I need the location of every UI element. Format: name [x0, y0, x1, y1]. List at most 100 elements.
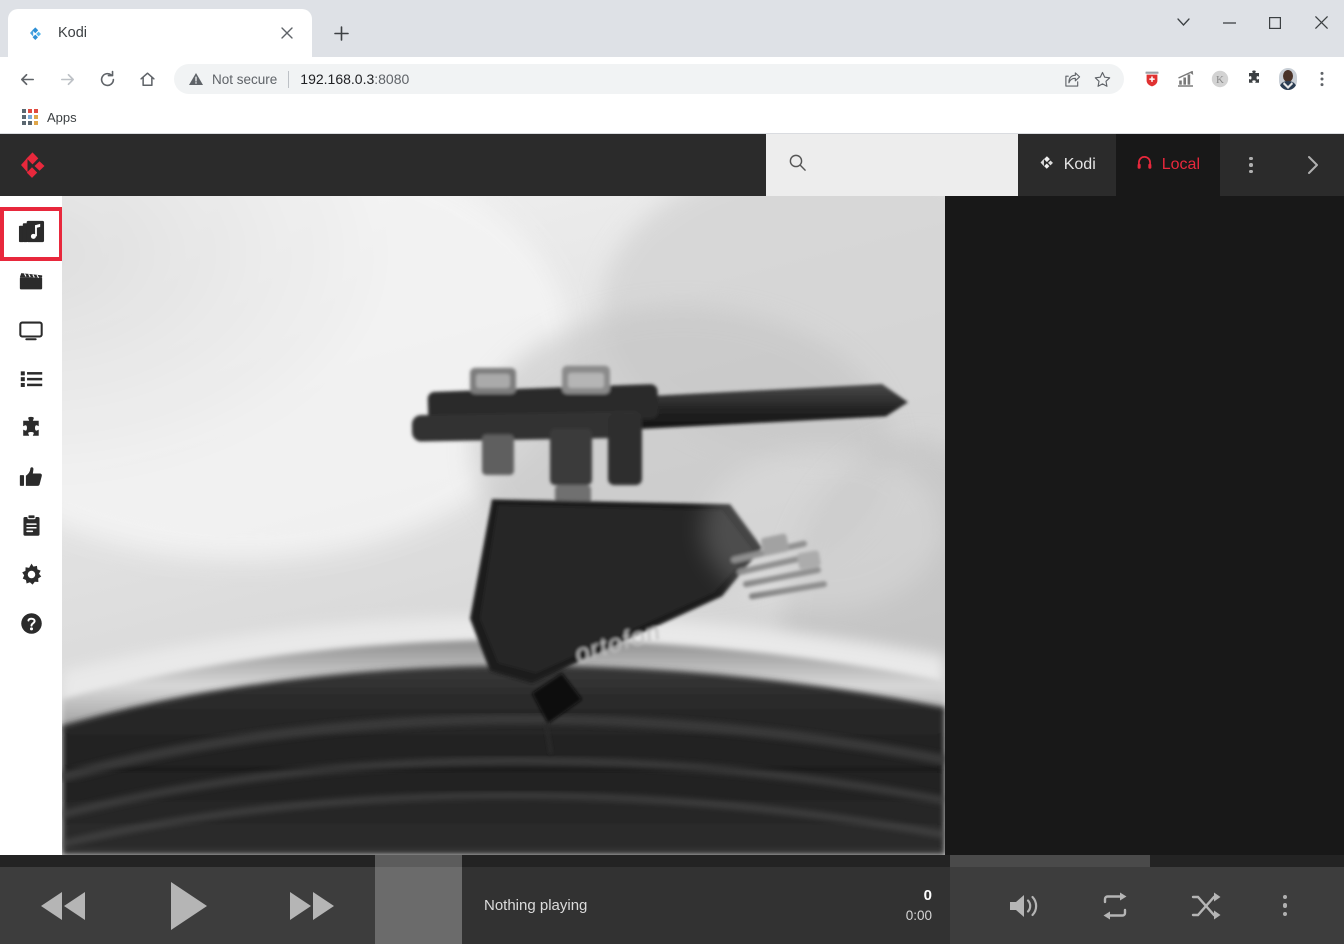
navigation-toolbar: Not secure 192.168.0.3:8080 K	[0, 57, 1344, 101]
kodi-sidebar	[0, 196, 62, 855]
now-playing-title: Nothing playing	[484, 897, 587, 914]
header-button-label: Kodi	[1064, 156, 1096, 174]
sidebar-item-help[interactable]	[7, 602, 55, 650]
kebab-menu-icon[interactable]	[1220, 134, 1282, 196]
playlist-icon	[19, 366, 44, 396]
seek-track[interactable]	[462, 855, 950, 867]
sidebar-item-favourites[interactable]	[7, 455, 55, 503]
header-button-kodi[interactable]: Kodi	[1018, 134, 1116, 196]
apps-grid-icon	[22, 109, 38, 125]
kodi-body: ortofon	[0, 196, 1344, 855]
search-input[interactable]	[817, 157, 1018, 173]
maximize-button[interactable]	[1252, 0, 1298, 45]
warning-triangle-icon	[188, 71, 204, 87]
seek-bar-row[interactable]	[0, 855, 1344, 867]
close-icon[interactable]	[274, 20, 300, 46]
clipboard-icon	[19, 513, 44, 543]
kodi-favicon	[26, 24, 44, 42]
browser-menu-icon[interactable]	[1308, 65, 1336, 93]
kodi-header-spacer	[62, 134, 766, 196]
sidebar-item-tvshows[interactable]	[7, 308, 55, 356]
url-host: 192.168.0.3	[300, 71, 374, 87]
sidebar-item-movies[interactable]	[7, 259, 55, 307]
browser-tab[interactable]: Kodi	[8, 9, 312, 57]
header-button-label: Local	[1162, 156, 1200, 174]
now-playing-info: Nothing playing 0 0:00	[462, 867, 950, 944]
seek-thumbnail-top	[375, 855, 462, 867]
window-controls	[1160, 0, 1344, 45]
seek-controls-top	[950, 855, 1150, 867]
url-port: :8080	[374, 71, 409, 87]
forward-arrow-icon[interactable]	[48, 60, 86, 98]
close-window-button[interactable]	[1298, 0, 1344, 45]
puzzle-piece-icon	[18, 415, 44, 446]
kodi-header: Kodi Local	[0, 134, 1344, 196]
fast-forward-icon[interactable]	[286, 888, 338, 924]
player-secondary-controls	[950, 867, 1344, 944]
new-tab-button[interactable]	[324, 16, 358, 50]
tv-monitor-icon	[18, 317, 44, 348]
tab-title: Kodi	[58, 25, 274, 41]
bookmark-apps[interactable]: Apps	[14, 105, 85, 129]
profile-avatar[interactable]	[1274, 65, 1302, 93]
seek-segment-left	[0, 855, 375, 867]
kebab-dots	[1283, 895, 1288, 917]
star-icon[interactable]	[1088, 65, 1116, 93]
kodi-web-app: Kodi Local	[0, 134, 1344, 944]
browser-window: Kodi	[0, 0, 1344, 944]
omnibox-actions	[1058, 65, 1116, 93]
playback-position: 0	[906, 886, 932, 906]
player-menu-icon[interactable]	[1283, 895, 1288, 917]
url-text: 192.168.0.3:8080	[300, 71, 409, 87]
k-circle-icon[interactable]: K	[1206, 65, 1234, 93]
clapperboard-icon	[18, 268, 44, 299]
repeat-icon[interactable]	[1100, 892, 1130, 920]
hero-image: ortofon	[62, 196, 945, 855]
back-arrow-icon[interactable]	[8, 60, 46, 98]
tab-search-button[interactable]	[1160, 0, 1206, 45]
sidebar-item-settings[interactable]	[7, 553, 55, 601]
address-bar[interactable]: Not secure 192.168.0.3:8080	[174, 64, 1124, 94]
volume-icon[interactable]	[1007, 892, 1039, 920]
reload-icon[interactable]	[88, 60, 126, 98]
omnibox-divider	[288, 71, 289, 88]
time-readout: 0 0:00	[906, 886, 932, 924]
rewind-icon[interactable]	[37, 888, 89, 924]
sidebar-item-playlist[interactable]	[7, 357, 55, 405]
minimize-button[interactable]	[1206, 0, 1252, 45]
kodi-main-content: ortofon	[62, 196, 1344, 855]
sidebar-item-logs[interactable]	[7, 504, 55, 552]
player-bar: Nothing playing 0 0:00	[0, 867, 1344, 944]
search-box[interactable]	[766, 134, 1018, 196]
transport-controls	[0, 867, 375, 944]
kebab-dots	[1249, 157, 1253, 174]
tab-strip: Kodi	[0, 0, 1344, 57]
play-icon[interactable]	[163, 880, 211, 932]
gear-icon	[19, 562, 44, 592]
bookmark-bar: Apps	[0, 101, 1344, 134]
shield-extension-icon[interactable]	[1138, 65, 1166, 93]
playback-duration: 0:00	[906, 907, 932, 925]
question-circle-icon	[19, 611, 44, 641]
analytics-chart-icon[interactable]	[1172, 65, 1200, 93]
chevron-right-icon[interactable]	[1282, 134, 1344, 196]
music-album-icon	[18, 218, 45, 250]
search-icon	[788, 153, 807, 177]
shuffle-icon[interactable]	[1191, 892, 1221, 920]
home-icon[interactable]	[128, 60, 166, 98]
kodi-mini-logo-icon	[1038, 154, 1055, 176]
sidebar-item-music[interactable]	[3, 210, 60, 258]
header-button-local[interactable]: Local	[1116, 134, 1220, 196]
headphones-icon	[1136, 154, 1153, 176]
sidebar-item-addons[interactable]	[7, 406, 55, 454]
security-status-label: Not secure	[212, 72, 277, 87]
share-icon[interactable]	[1058, 65, 1086, 93]
thumbs-up-icon	[18, 464, 44, 495]
seek-segment-right	[1150, 855, 1344, 867]
puzzle-extensions-icon[interactable]	[1240, 65, 1268, 93]
bookmark-label: Apps	[47, 110, 77, 125]
now-playing-thumbnail	[375, 867, 462, 944]
extensions-row: K	[1132, 65, 1336, 93]
svg-text:K: K	[1216, 74, 1224, 86]
kodi-logo-icon[interactable]	[0, 134, 62, 196]
